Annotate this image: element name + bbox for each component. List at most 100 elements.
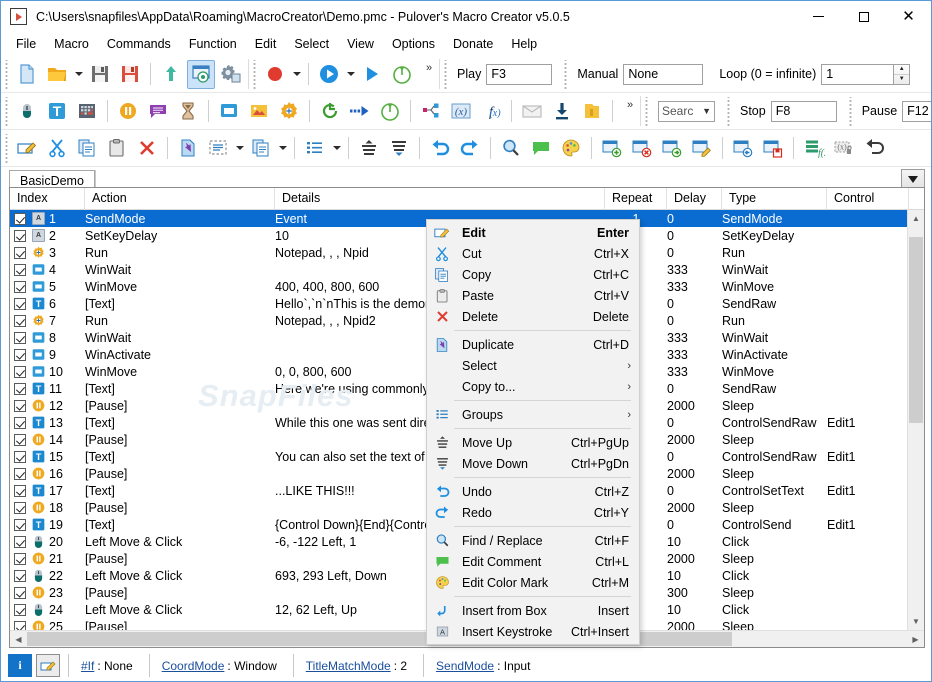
row-checkbox[interactable] xyxy=(10,450,30,463)
context-menu-item-redo[interactable]: Redo Ctrl+Y xyxy=(427,502,639,523)
variables-list-button[interactable]: f(x) xyxy=(800,134,828,163)
open-dropdown-arrow[interactable] xyxy=(72,60,85,89)
show-hide-button[interactable] xyxy=(187,59,215,89)
context-menu-item-groups[interactable]: Groups › xyxy=(427,404,639,425)
menu-select[interactable]: Select xyxy=(285,34,338,54)
row-checkbox[interactable] xyxy=(10,348,30,361)
loop-icon-button[interactable] xyxy=(316,97,344,126)
window-icon-button[interactable] xyxy=(215,97,243,126)
play-button[interactable] xyxy=(315,60,343,89)
status-link-if[interactable]: #If xyxy=(81,659,94,673)
row-checkbox[interactable] xyxy=(10,501,30,514)
status-link-coordmode[interactable]: CoordMode xyxy=(162,659,225,673)
text-icon-button[interactable]: T xyxy=(43,97,71,126)
context-menu-item-insert-from-box[interactable]: Insert from Box Insert xyxy=(427,600,639,621)
mail-button[interactable] xyxy=(518,97,546,126)
copy-button[interactable] xyxy=(73,134,101,163)
menu-donate[interactable]: Donate xyxy=(444,34,502,54)
scroll-down-button[interactable]: ▼ xyxy=(908,613,924,630)
wait-hourglass-button[interactable] xyxy=(174,97,202,126)
toolbar-overflow-button[interactable]: » xyxy=(421,60,437,89)
restore-button[interactable] xyxy=(860,134,888,163)
menu-function[interactable]: Function xyxy=(180,34,246,54)
row-checkbox[interactable] xyxy=(10,518,30,531)
edit-row-inline-button[interactable] xyxy=(688,134,716,163)
context-menu-item-move-down[interactable]: Move Down Ctrl+PgDn xyxy=(427,453,639,474)
context-menu-item-delete[interactable]: Delete Delete xyxy=(427,306,639,327)
pause-hotkey-input[interactable]: F12 xyxy=(902,100,931,122)
move-down-button[interactable] xyxy=(385,134,413,163)
row-checkbox[interactable] xyxy=(10,484,30,497)
toolbar-grip[interactable] xyxy=(443,59,450,89)
group-node-button[interactable] xyxy=(417,97,445,126)
paste-button[interactable] xyxy=(103,134,131,163)
manual-hotkey-input[interactable]: None xyxy=(623,63,704,85)
toolbar-grip[interactable] xyxy=(252,59,259,89)
row-checkbox[interactable] xyxy=(10,399,30,412)
duplicate-button[interactable] xyxy=(174,134,202,163)
row-checkbox[interactable] xyxy=(10,569,30,582)
record-dropdown-arrow[interactable] xyxy=(290,60,303,89)
row-checkbox[interactable] xyxy=(10,314,30,327)
info-icon-button[interactable]: i xyxy=(8,654,32,677)
row-checkbox[interactable] xyxy=(10,212,30,225)
select-button[interactable] xyxy=(204,134,232,163)
row-checkbox[interactable] xyxy=(10,382,30,395)
mouse-icon-button[interactable] xyxy=(13,97,41,126)
column-header-action[interactable]: Action xyxy=(85,188,275,210)
timer-button[interactable] xyxy=(388,60,416,89)
row-checkbox[interactable] xyxy=(10,331,30,344)
row-checkbox[interactable] xyxy=(10,586,30,599)
scroll-up-button[interactable]: ▲ xyxy=(908,210,924,227)
redo-button[interactable] xyxy=(456,134,484,163)
insert-row-button[interactable] xyxy=(598,134,626,163)
vertical-scrollbar[interactable]: ▲ ▼ xyxy=(907,210,924,630)
status-cell-sendmode[interactable]: SendMode : Input xyxy=(423,654,542,677)
lock-variable-button[interactable]: (x) xyxy=(830,134,858,163)
menu-help[interactable]: Help xyxy=(502,34,546,54)
download-button[interactable] xyxy=(548,97,576,126)
edit-pencil-button[interactable] xyxy=(36,654,60,677)
move-up-button[interactable] xyxy=(355,134,383,163)
status-cell-titlematchmode[interactable]: TitleMatchMode : 2 xyxy=(292,654,419,677)
save-as-button[interactable] xyxy=(116,60,144,89)
save-button[interactable] xyxy=(86,60,114,89)
row-checkbox[interactable] xyxy=(10,365,30,378)
context-menu-item-move-up[interactable]: Move Up Ctrl+PgUp xyxy=(427,432,639,453)
column-header-type[interactable]: Type xyxy=(722,188,827,210)
menu-file[interactable]: File xyxy=(7,34,45,54)
export-up-button[interactable] xyxy=(157,60,185,89)
context-menu-item-duplicate[interactable]: Duplicate Ctrl+D xyxy=(427,334,639,355)
column-header-repeat[interactable]: Repeat xyxy=(605,188,667,210)
delete-button[interactable] xyxy=(133,134,161,163)
function-button[interactable]: f (x) xyxy=(477,97,505,126)
vertical-scroll-track[interactable] xyxy=(908,227,924,613)
stop-hotkey-input[interactable]: F8 xyxy=(770,100,837,122)
delete-row-button[interactable] xyxy=(628,134,656,163)
column-header-details[interactable]: Details xyxy=(275,188,605,210)
row-checkbox[interactable] xyxy=(10,416,30,429)
context-menu-item-undo[interactable]: Undo Ctrl+Z xyxy=(427,481,639,502)
menu-options[interactable]: Options xyxy=(383,34,444,54)
copy-to-button[interactable] xyxy=(247,134,275,163)
row-checkbox[interactable] xyxy=(10,603,30,616)
open-folder-button[interactable] xyxy=(43,60,71,89)
context-menu-item-edit-comment[interactable]: Edit Comment Ctrl+L xyxy=(427,551,639,572)
context-menu[interactable]: Edit Enter Cut Ctrl+X Copy Ctrl+C Paste Ctrl+V D… xyxy=(426,219,640,645)
select-dropdown-arrow[interactable] xyxy=(233,134,246,163)
play-dropdown-arrow[interactable] xyxy=(344,60,357,89)
menu-edit[interactable]: Edit xyxy=(246,34,286,54)
save-row-button[interactable] xyxy=(759,134,787,163)
context-menu-item-paste[interactable]: Paste Ctrl+V xyxy=(427,285,639,306)
toolbar-grip[interactable] xyxy=(726,96,733,126)
comment-icon-button[interactable] xyxy=(144,97,172,126)
toolbar-grip[interactable] xyxy=(563,59,571,89)
row-checkbox[interactable] xyxy=(10,263,30,276)
color-mark-button[interactable] xyxy=(557,134,585,163)
context-menu-item-find-replace[interactable]: Find / Replace Ctrl+F xyxy=(427,530,639,551)
status-link-titlematchmode[interactable]: TitleMatchMode xyxy=(306,659,391,673)
vertical-scroll-thumb[interactable] xyxy=(909,237,923,423)
copy-to-dropdown-arrow[interactable] xyxy=(276,134,289,163)
toolbar-overflow-button-2[interactable]: » xyxy=(622,97,638,126)
settings-button[interactable] xyxy=(217,60,245,89)
